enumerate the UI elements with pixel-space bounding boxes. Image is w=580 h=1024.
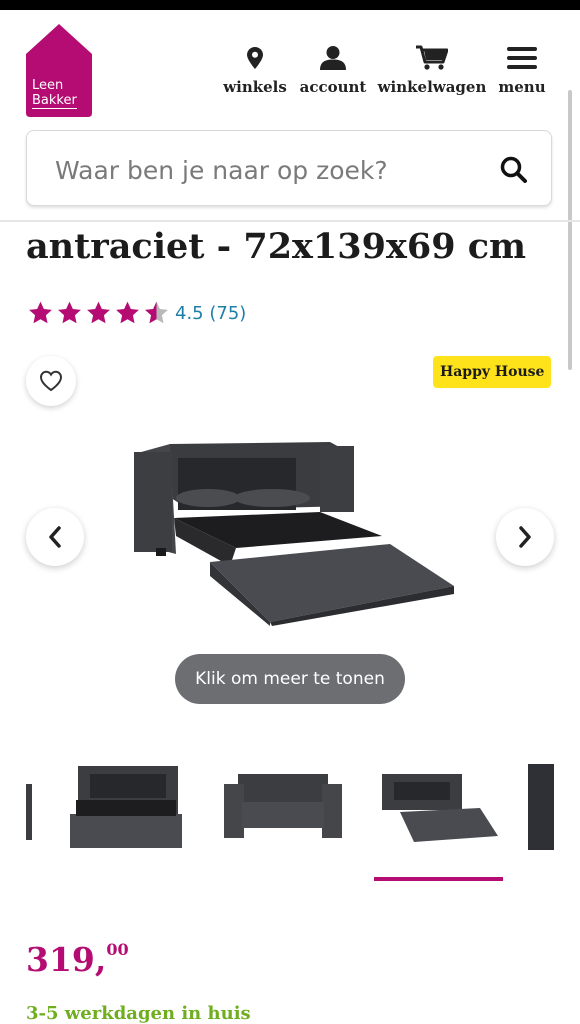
nav-cart[interactable]: winkelwagen xyxy=(377,44,487,96)
star-full-icon xyxy=(116,301,139,324)
show-more-button[interactable]: Klik om meer te tonen xyxy=(175,654,405,704)
hamburger-icon xyxy=(507,44,537,72)
leen-bakker-logo[interactable]: Leen Bakker xyxy=(26,24,92,117)
header-divider xyxy=(0,220,580,222)
nav-stores-label: winkels xyxy=(223,78,287,96)
star-full-icon xyxy=(87,301,110,324)
delivery-info: 3-5 werkdagen in huis xyxy=(26,1003,251,1024)
carousel-next-button[interactable] xyxy=(496,508,554,566)
star-full-icon xyxy=(29,301,52,324)
product-price: 319,00 xyxy=(26,940,129,979)
thumbnail-partial-left[interactable] xyxy=(26,784,34,840)
nav-menu-label: menu xyxy=(498,78,546,96)
thumbnail-fabric-detail[interactable] xyxy=(528,764,554,850)
product-title: antraciet - 72x139x69 cm xyxy=(26,226,527,267)
thumbnail-sofa-bed-open-1[interactable] xyxy=(70,764,184,850)
price-cents: 00 xyxy=(106,940,129,959)
user-icon xyxy=(320,44,346,72)
nav-cart-label: winkelwagen xyxy=(377,78,487,96)
cart-icon xyxy=(416,44,448,72)
logo-line1: Leen xyxy=(32,78,64,93)
scrollbar[interactable] xyxy=(568,90,572,370)
search-icon xyxy=(500,156,527,183)
nav-account-label: account xyxy=(299,78,367,96)
star-half-icon xyxy=(145,301,168,324)
nav-account[interactable]: account xyxy=(299,44,367,96)
map-pin-icon xyxy=(247,44,263,72)
chevron-right-icon xyxy=(519,526,531,548)
search-input[interactable] xyxy=(53,151,477,189)
thumbnail-sofa-bed-open-2[interactable] xyxy=(380,772,498,842)
rating-count-link[interactable]: 4.5 (75) xyxy=(175,303,246,324)
product-image-sofa-bed[interactable] xyxy=(130,436,460,632)
status-bar xyxy=(0,0,580,10)
thumbnail-sofa-closed[interactable] xyxy=(224,772,342,842)
heart-icon xyxy=(39,370,63,392)
logo-text: Leen Bakker xyxy=(32,78,77,109)
logo-line2: Bakker xyxy=(32,93,77,109)
search-bar xyxy=(26,130,552,206)
favorite-button[interactable] xyxy=(26,356,76,406)
nav-menu[interactable]: menu xyxy=(498,44,546,96)
nav-stores[interactable]: winkels xyxy=(223,44,287,96)
price-main: 319, xyxy=(26,940,107,979)
chevron-left-icon xyxy=(49,526,61,548)
product-rating[interactable]: 4.5 (75) xyxy=(26,300,246,326)
carousel-prev-button[interactable] xyxy=(26,508,84,566)
brand-badge[interactable]: Happy House xyxy=(433,356,552,388)
search-button[interactable] xyxy=(499,155,529,185)
star-full-icon xyxy=(58,301,81,324)
active-thumbnail-indicator xyxy=(374,877,503,881)
